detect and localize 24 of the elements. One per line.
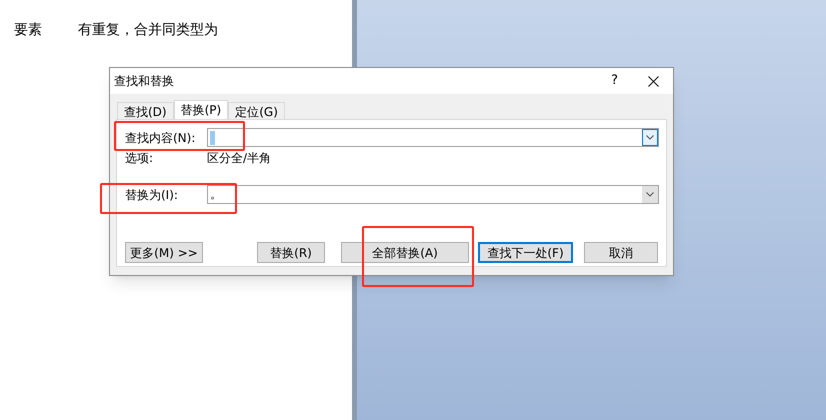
options-label: 选项: xyxy=(125,150,154,167)
combo-field[interactable] xyxy=(207,128,659,147)
dropdown-button[interactable] xyxy=(642,186,658,203)
chevron-down-icon xyxy=(646,135,654,140)
chevron-down-icon xyxy=(646,192,654,197)
dialog-button[interactable]: 取消 xyxy=(584,242,658,263)
help-button[interactable]: ? xyxy=(611,71,618,91)
document-text: 要素 xyxy=(14,21,42,40)
document-text: 有重复，合并同类型为 xyxy=(78,21,218,40)
combo-field[interactable]: 。 xyxy=(207,185,659,204)
close-icon[interactable] xyxy=(648,76,659,86)
dropdown-button[interactable] xyxy=(642,129,658,146)
field-label: 替换为(I): xyxy=(125,186,179,204)
field-value: 。 xyxy=(210,186,222,203)
window-title: 查找和替换 xyxy=(114,73,175,90)
dialog-button[interactable]: 查找下一处(F) xyxy=(478,242,573,263)
dialog-button[interactable]: 更多(M) >> xyxy=(125,242,203,263)
tab[interactable]: 替换(P) xyxy=(174,100,228,119)
dialog-button[interactable]: 替换(R) xyxy=(257,242,325,263)
options-value: 区分全/半角 xyxy=(207,150,272,167)
tab[interactable]: 查找(D) xyxy=(117,102,174,119)
dialog-button[interactable]: 全部替换(A) xyxy=(341,242,469,263)
tab[interactable]: 定位(G) xyxy=(228,102,285,119)
field-label: 查找内容(N): xyxy=(125,130,196,146)
